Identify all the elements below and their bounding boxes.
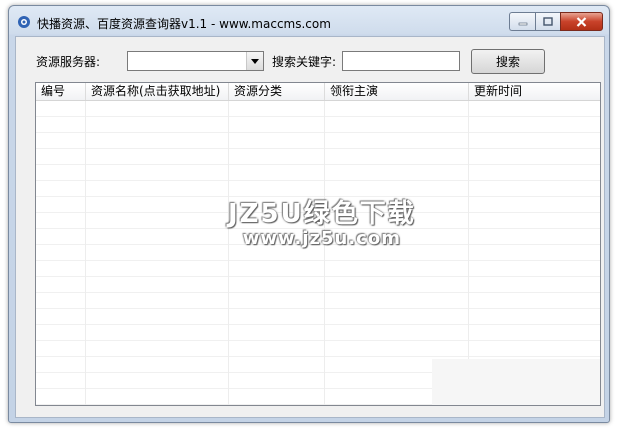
app-window: 快播资源、百度资源查询器v1.1 - www.maccms.com 资源服务器: (8, 5, 610, 423)
keyword-input[interactable] (342, 51, 460, 71)
column-header-updated[interactable]: 更新时间 (469, 83, 600, 100)
close-button[interactable] (560, 12, 603, 31)
column-header-name[interactable]: 资源名称(点击获取地址) (86, 83, 229, 100)
title-bar[interactable]: 快播资源、百度资源查询器v1.1 - www.maccms.com (9, 6, 609, 36)
server-label: 资源服务器: (36, 55, 101, 69)
column-header-id[interactable]: 编号 (36, 83, 86, 100)
window-title: 快播资源、百度资源查询器v1.1 - www.maccms.com (37, 17, 331, 31)
results-list[interactable]: 编号 资源名称(点击获取地址) 资源分类 领衔主演 更新时间 (35, 82, 601, 406)
list-header: 编号 资源名称(点击获取地址) 资源分类 领衔主演 更新时间 (36, 83, 600, 101)
column-divider (324, 101, 325, 405)
dropdown-arrow-button[interactable] (246, 52, 263, 70)
close-icon (576, 16, 587, 27)
server-dropdown[interactable] (127, 51, 264, 71)
maximize-icon (543, 17, 553, 26)
app-icon (18, 16, 30, 28)
keyword-label: 搜索关键字: (272, 55, 337, 69)
maximize-button[interactable] (535, 12, 560, 31)
column-header-starring[interactable]: 领衔主演 (325, 83, 469, 100)
column-divider (85, 101, 86, 405)
column-divider (228, 101, 229, 405)
minimize-icon (518, 22, 527, 25)
minimize-button[interactable] (509, 12, 535, 31)
chevron-down-icon (251, 58, 259, 64)
blurred-region (432, 359, 600, 405)
search-button[interactable]: 搜索 (471, 49, 545, 74)
column-header-category[interactable]: 资源分类 (229, 83, 325, 100)
caption-buttons (509, 12, 603, 31)
client-area: 资源服务器: 搜索关键字: 搜索 编号 资源名称(点击获取地址) 资源分类 领衔… (15, 36, 605, 418)
